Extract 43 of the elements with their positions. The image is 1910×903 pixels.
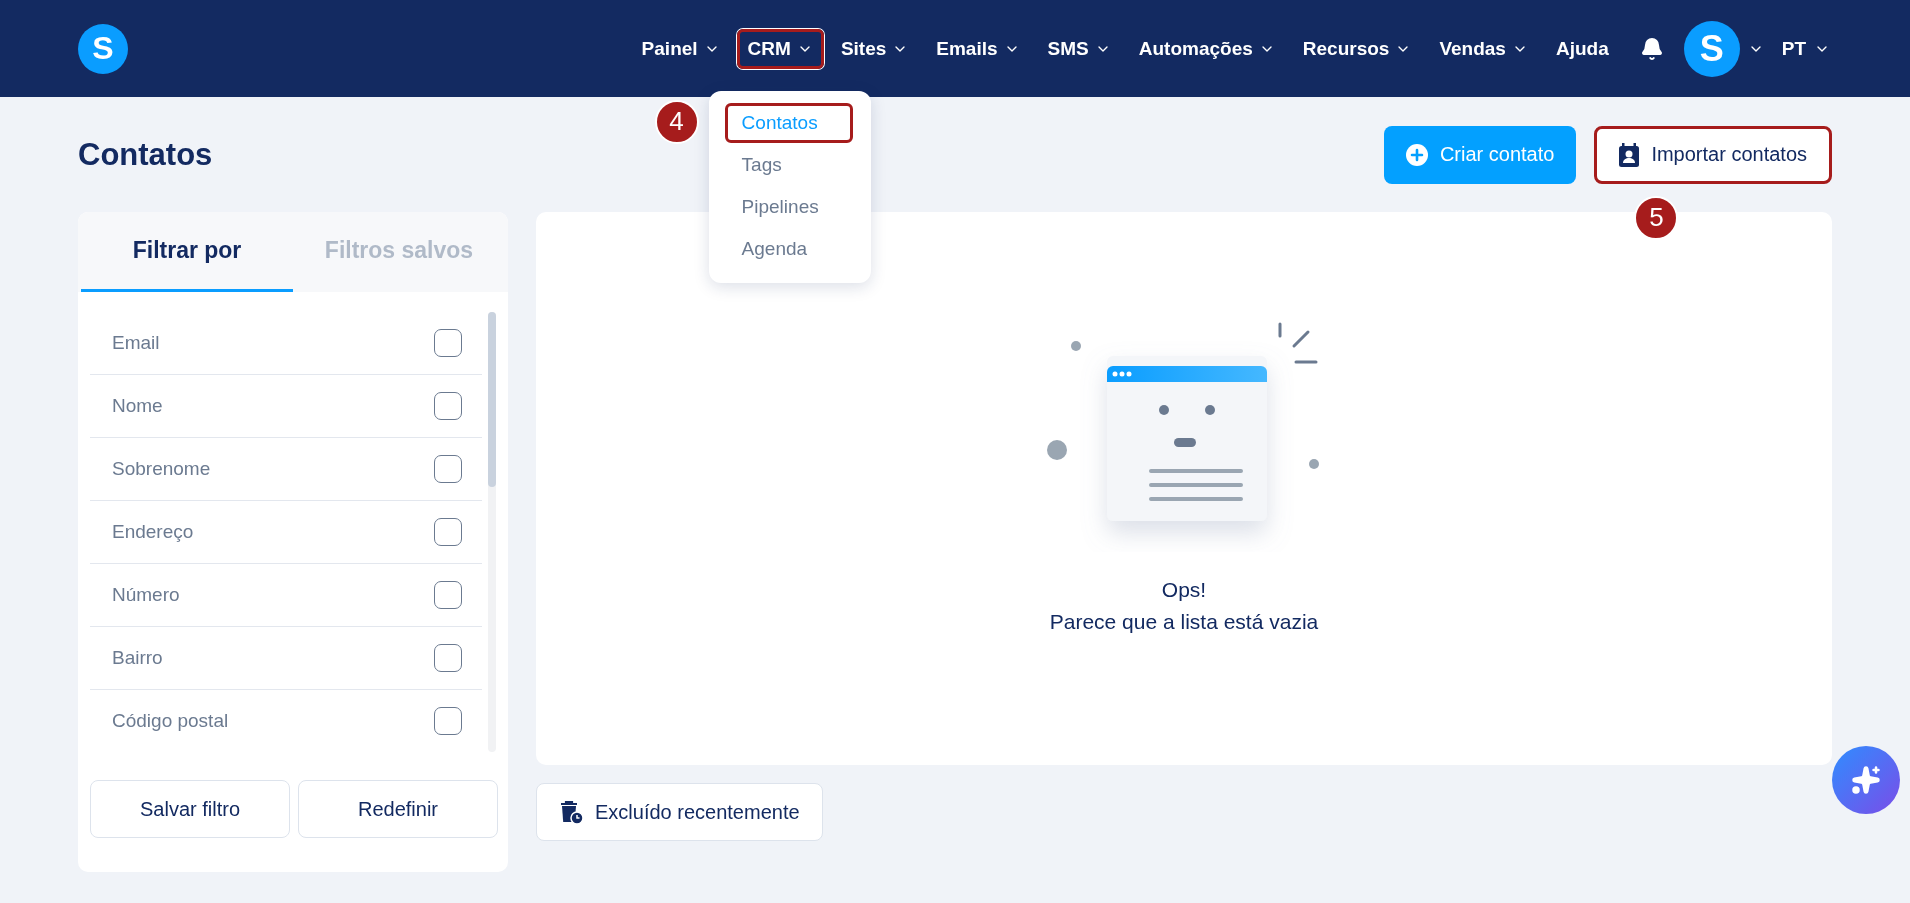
recently-deleted-button[interactable]: Excluído recentemente (536, 783, 823, 841)
filter-tab[interactable]: Filtrar por (81, 212, 293, 292)
empty-title: Ops! (1161, 578, 1207, 602)
filter-field-label: Sobrenome (112, 458, 211, 480)
nav-menu-item[interactable]: SMS (1036, 28, 1122, 69)
checkbox[interactable] (434, 455, 462, 483)
contact-card-icon (1619, 142, 1640, 167)
reset-button[interactable]: Redefinir (298, 780, 498, 838)
filter-field-label: Bairro (112, 647, 163, 669)
nav-menu-item[interactable]: Sites (829, 28, 920, 69)
nav-menu-item[interactable]: Ajuda (1544, 28, 1620, 69)
nav-menu-item[interactable]: CRM (736, 28, 824, 69)
menu-item[interactable]: Agenda (724, 228, 853, 269)
import-contacts-button[interactable]: Importar contatos (1594, 125, 1832, 184)
checkbox[interactable] (434, 707, 462, 735)
menu-item[interactable]: Tags (724, 144, 853, 185)
filter-field-label: Nome (112, 395, 163, 417)
filter-field-label: Email (112, 332, 160, 354)
nav-menu-item[interactable]: Vendas (1428, 28, 1539, 69)
filter-field-label: Número (112, 584, 180, 606)
sparkles-icon (1851, 765, 1881, 795)
checkbox[interactable] (434, 581, 462, 609)
filter-field-label: Código postal (112, 710, 229, 732)
checkbox[interactable] (434, 392, 462, 420)
step-badge: 4 (654, 99, 699, 144)
filter-field-label: Endereço (112, 521, 194, 543)
nav-menu-item[interactable]: Emails (925, 28, 1031, 69)
nav-menu-item[interactable]: Automações (1127, 28, 1286, 69)
empty-message: Parece que a lista está vazia (1049, 610, 1319, 634)
bell-icon[interactable] (1639, 36, 1664, 61)
step-badge: 5 (1634, 195, 1679, 240)
scrollbar[interactable] (488, 312, 496, 752)
save-filter-button[interactable]: Salvar filtro (90, 780, 290, 838)
trash-clock-icon (559, 800, 583, 824)
nav-menu-item[interactable]: Painel (630, 28, 731, 69)
plus-circle-icon (1405, 143, 1428, 166)
checkbox[interactable] (434, 518, 462, 546)
menu-item[interactable]: Pipelines (724, 186, 853, 227)
language-selector[interactable]: PT (1781, 37, 1830, 60)
checkbox[interactable] (434, 329, 462, 357)
page-title: Contatos (78, 136, 213, 173)
nav-menu-item[interactable]: Recursos (1291, 28, 1423, 69)
checkbox[interactable] (434, 644, 462, 672)
